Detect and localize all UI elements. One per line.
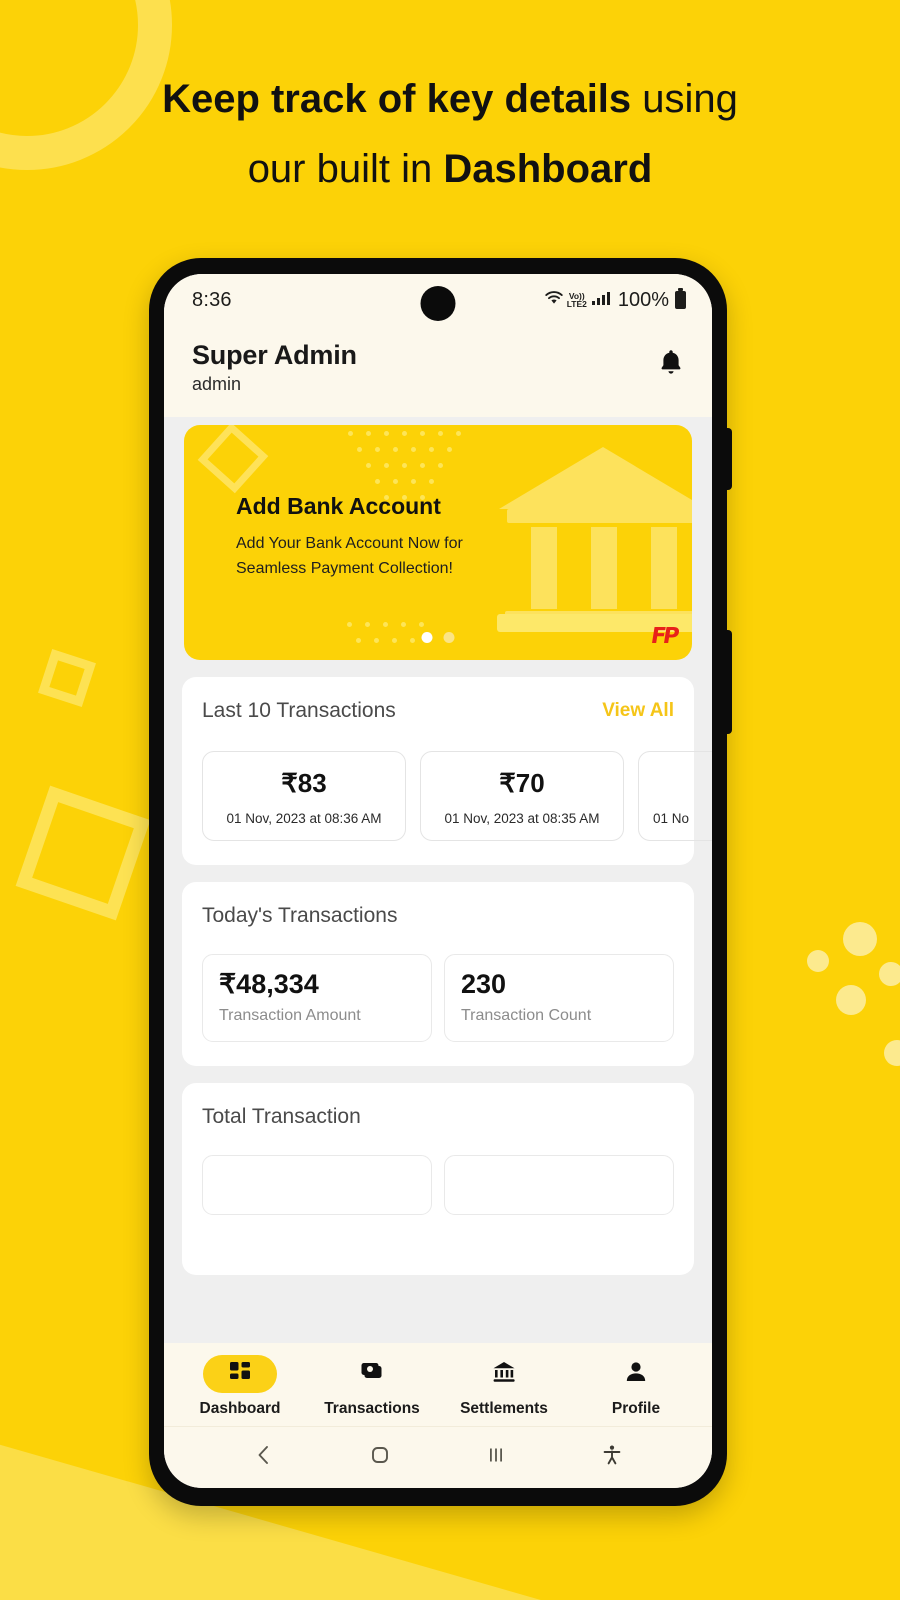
decor-circle [879,962,900,986]
camera-punch-hole [420,286,456,321]
view-all-link[interactable]: View All [602,700,674,722]
stat-transaction-count: 230 Transaction Count [444,954,674,1042]
nav-item-dashboard[interactable]: Dashboard [174,1355,306,1418]
money-stack-icon [359,1360,385,1389]
banner-desc-line2: Seamless Payment Collection! [236,559,453,577]
stat-value: 230 [461,969,507,999]
headline-bold-2: Dashboard [443,147,653,191]
promo-headline: Keep track of key details using our buil… [0,70,900,198]
battery-percent: 100% [617,288,669,311]
decor-square-small [38,649,96,707]
transaction-date: 01 Nov, 2023 at 08:36 AM [226,811,382,826]
carousel-dot[interactable] [443,632,455,643]
transaction-chip[interactable]: 01 No [638,751,712,841]
home-square-icon[interactable] [368,1443,392,1472]
grid-dashboard-icon [228,1360,252,1389]
transaction-amount [653,768,712,799]
total-transaction-card: Total Transaction [182,1083,694,1275]
stat-value: ₹48,334 [219,969,319,999]
dashboard-scroll-area[interactable]: Add Bank Account Add Your Bank Account N… [164,417,712,1426]
headline-bold-1: Keep track of key details [162,77,632,121]
stat-label: Transaction Amount [219,1007,361,1024]
nav-item-transactions[interactable]: Transactions [306,1355,438,1418]
page-subtitle: admin [192,374,242,394]
nav-item-settlements[interactable]: Settlements [438,1355,570,1418]
nav-item-profile[interactable]: Profile [570,1355,702,1418]
brand-logo: FP [648,624,678,649]
stat-transaction-amount: ₹48,334 Transaction Amount [202,954,432,1042]
phone-mockup: 8:36 Vo)) LTE2 100% Super Admin admin Ad… [149,258,732,1506]
transaction-date: 01 Nov, 2023 at 08:35 AM [444,811,600,826]
decor-circle [843,922,877,956]
carousel-dot-active[interactable] [421,632,433,643]
transaction-chip-list[interactable]: ₹83 01 Nov, 2023 at 08:36 AM ₹70 01 Nov,… [202,751,712,841]
banner-desc-line1: Add Your Bank Account Now for [236,535,463,552]
decor-circle [884,1040,900,1066]
bank-building-icon [497,447,692,632]
bank-icon [491,1360,517,1389]
nav-label: Dashboard [199,1400,281,1417]
transaction-date: 01 No [653,811,690,826]
nav-label: Transactions [324,1400,420,1417]
transaction-amount: ₹83 [281,768,327,798]
total-transaction-title: Total Transaction [202,1105,361,1128]
carousel-dots[interactable] [421,632,455,643]
transaction-chip[interactable]: ₹83 01 Nov, 2023 at 08:36 AM [202,751,406,841]
last-transactions-card: Last 10 Transactions View All ₹83 01 Nov… [182,677,712,865]
headline-light-1: using [631,77,738,121]
last-transactions-title: Last 10 Transactions [202,699,396,722]
wifi-icon [544,290,564,311]
accessibility-icon[interactable] [600,1443,624,1472]
decor-diamond-banner [197,425,269,494]
battery-full-icon [675,288,686,309]
page-title: Super Admin [192,340,357,370]
phone-side-button-bottom[interactable] [725,630,732,734]
stat-label: Transaction Count [461,1007,592,1024]
bottom-navigation[interactable]: Dashboard Transactions Settlements Profi… [164,1343,712,1426]
app-header: Super Admin admin [164,326,712,417]
decor-circle [807,950,829,972]
back-chevron-icon[interactable] [252,1443,276,1472]
status-bar: 8:36 Vo)) LTE2 100% [164,274,712,326]
transaction-chip[interactable]: ₹70 01 Nov, 2023 at 08:35 AM [420,751,624,841]
nav-label: Settlements [460,1400,548,1417]
decor-square-large [15,785,151,921]
signal-bars-icon [591,290,611,311]
add-bank-account-banner[interactable]: Add Bank Account Add Your Bank Account N… [184,425,692,660]
headline-light-2: our built in [247,147,444,191]
bell-icon[interactable] [658,348,684,381]
transaction-amount: ₹70 [499,768,545,798]
stat-box-placeholder [202,1155,432,1215]
person-icon [624,1360,648,1389]
status-clock: 8:36 [192,288,232,311]
todays-transactions-title: Today's Transactions [202,904,398,927]
system-navigation-bar[interactable] [164,1426,712,1488]
decor-circle [836,985,866,1015]
phone-side-button-top[interactable] [725,428,732,490]
phone-screen: 8:36 Vo)) LTE2 100% Super Admin admin Ad… [164,274,712,1488]
banner-title: Add Bank Account [236,493,441,519]
volte-indicator: Vo)) LTE2 [566,290,587,309]
recents-icon[interactable] [484,1443,508,1472]
nav-label: Profile [611,1400,661,1417]
todays-transactions-card: Today's Transactions ₹48,334 Transaction… [182,882,694,1066]
stat-box-placeholder [444,1155,674,1215]
